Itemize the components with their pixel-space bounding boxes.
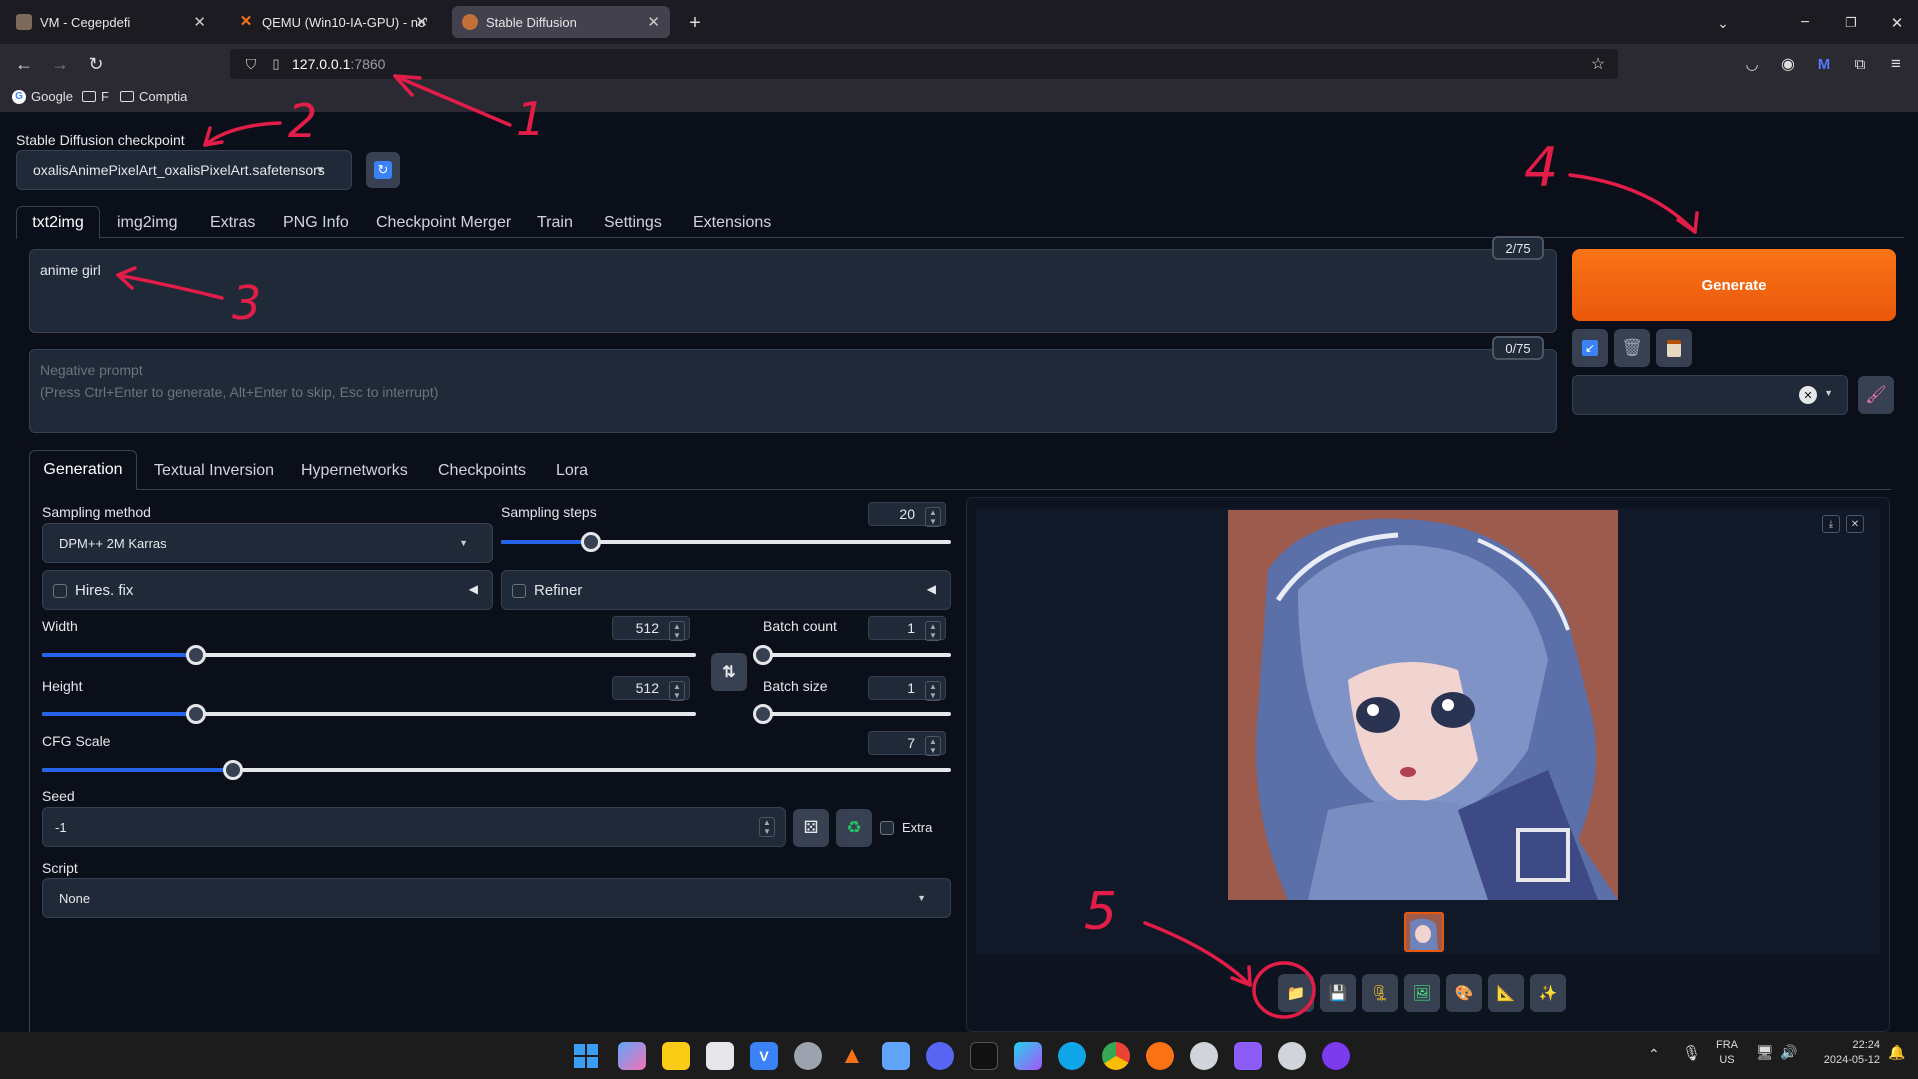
- paint-app-icon[interactable]: [706, 1042, 734, 1070]
- vlc-icon[interactable]: ▲: [838, 1042, 866, 1070]
- annotation-number-4: 4: [1524, 136, 1559, 199]
- github-icon[interactable]: [1322, 1042, 1350, 1070]
- windows-taskbar: V ▲ ⌃ 🎙 FRA US 🖥 🔊 22:24 2024-05-12 🔔: [0, 1032, 1918, 1079]
- region-code: US: [1719, 1054, 1735, 1066]
- clock-time: 22:24: [1852, 1039, 1880, 1051]
- arrow-5-line: [1143, 921, 1252, 987]
- visio-icon[interactable]: V: [750, 1042, 778, 1070]
- tray-chevron-icon[interactable]: ⌃: [1648, 1046, 1660, 1063]
- microphone-icon[interactable]: 🎙: [1682, 1044, 1701, 1062]
- edge-icon[interactable]: [1058, 1042, 1086, 1070]
- recording-app-icon[interactable]: [794, 1042, 822, 1070]
- clock-date: 2024-05-12: [1823, 1054, 1880, 1066]
- chrome-icon[interactable]: [1102, 1042, 1130, 1070]
- language-code: FRA: [1716, 1039, 1738, 1051]
- clock[interactable]: 22:24 2024-05-12: [1810, 1038, 1880, 1068]
- app-icon[interactable]: [1190, 1042, 1218, 1070]
- volume-icon[interactable]: 🔊: [1780, 1044, 1797, 1061]
- notification-bell-icon[interactable]: 🔔: [1888, 1044, 1905, 1061]
- annotation-number-3: 3: [232, 276, 262, 330]
- app-icon-2[interactable]: [1278, 1042, 1306, 1070]
- annotation-circle: [1252, 961, 1316, 1019]
- network-icon[interactable]: 🖥: [1756, 1044, 1774, 1061]
- annotation-number-1: 1: [516, 92, 546, 146]
- notepad-icon[interactable]: [882, 1042, 910, 1070]
- arrow-4-line: [1568, 173, 1697, 234]
- language-indicator[interactable]: FRA US: [1716, 1038, 1738, 1068]
- annotation-number-5: 5: [1084, 882, 1118, 942]
- start-windows-icon[interactable]: [572, 1042, 600, 1070]
- copilot-icon[interactable]: [618, 1042, 646, 1070]
- annotation-number-2: 2: [288, 94, 318, 148]
- visual-studio-icon[interactable]: [1234, 1042, 1262, 1070]
- arrow-3-line: [116, 273, 224, 300]
- copilot-app-icon[interactable]: [1014, 1042, 1042, 1070]
- annotation-overlay: [116, 74, 1699, 1019]
- firefox-icon[interactable]: [1146, 1042, 1174, 1070]
- discord-icon[interactable]: [926, 1042, 954, 1070]
- arrow-1-line: [393, 74, 512, 127]
- terminal-icon[interactable]: [970, 1042, 998, 1070]
- file-explorer-icon[interactable]: [662, 1042, 690, 1070]
